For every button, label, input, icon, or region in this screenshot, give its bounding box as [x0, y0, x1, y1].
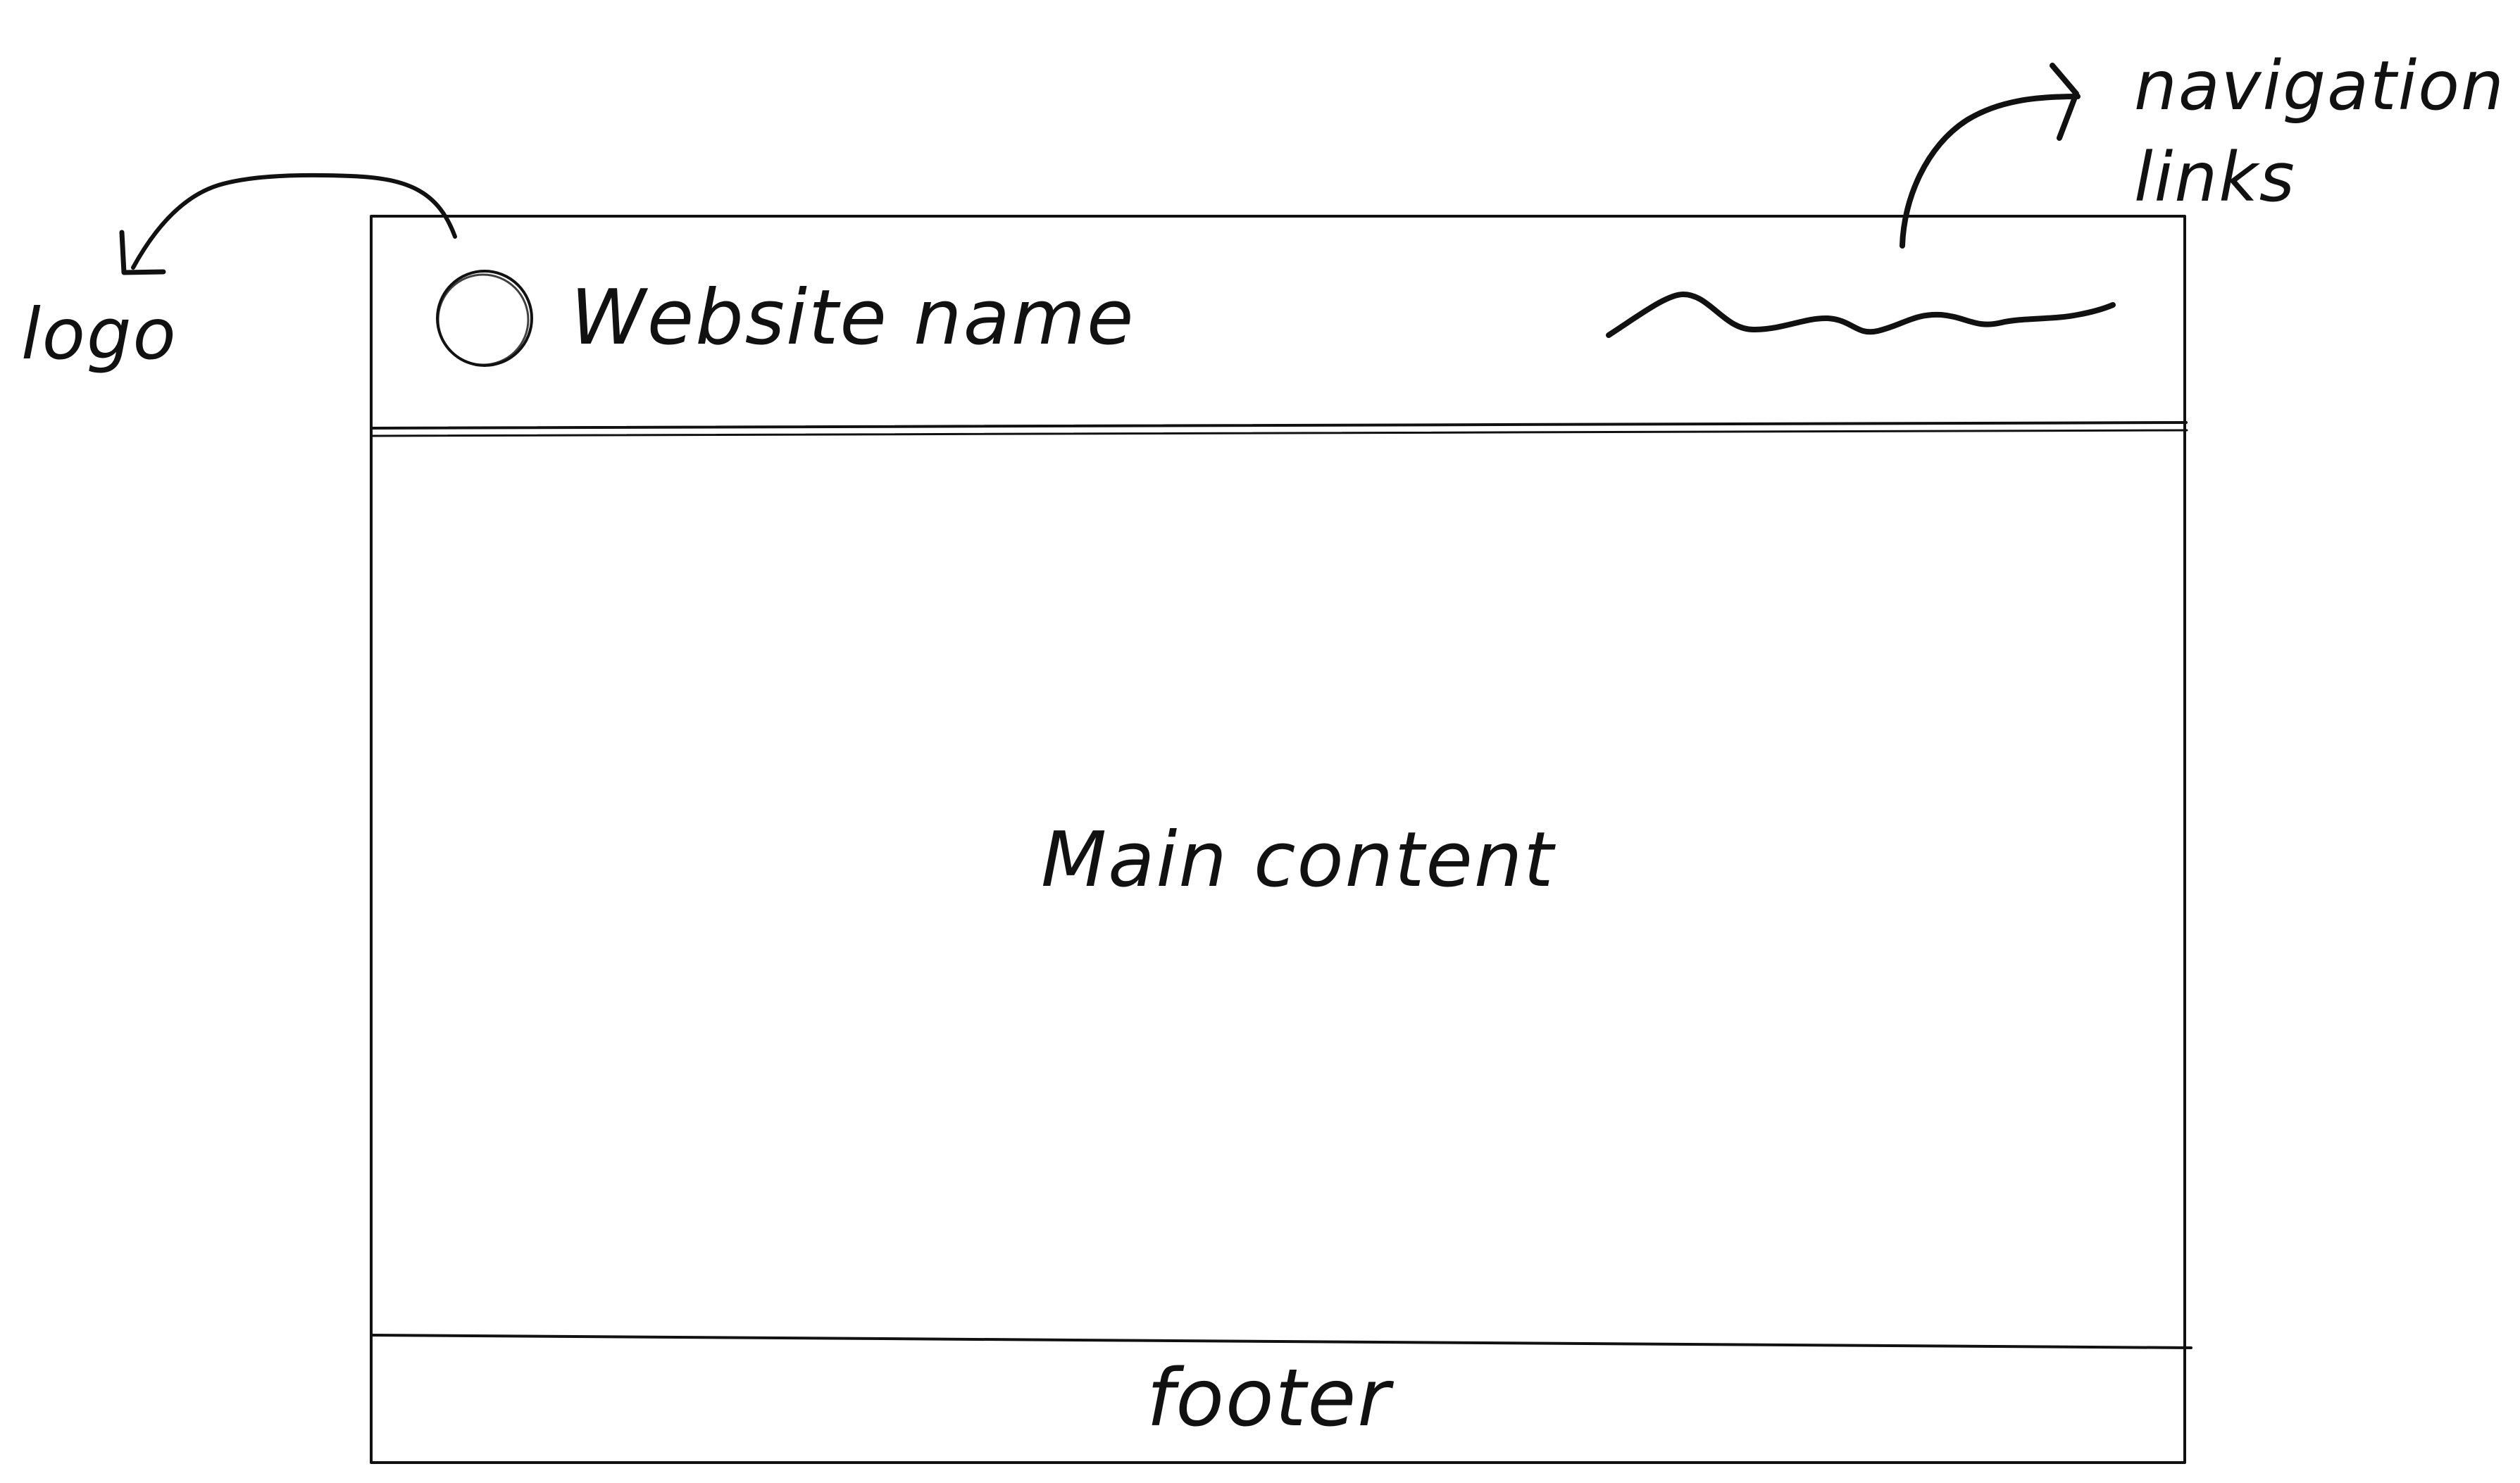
- website-name: Website name: [570, 274, 1135, 362]
- navigation-arrowhead-icon: [2050, 63, 2079, 141]
- navigation-annotation-arrow-icon: [1900, 94, 2081, 249]
- navigation-annotation-line-2: links: [2134, 137, 2296, 217]
- footer-label: footer: [1147, 1353, 1392, 1444]
- main-content-label: Main content: [1041, 816, 1555, 904]
- logo-annotation-arrow-icon: [131, 173, 457, 270]
- logo-arrowhead-icon: [119, 230, 166, 275]
- logo-annotation: logo: [21, 293, 177, 375]
- logo-circle-overlap: [437, 273, 530, 366]
- navigation-scribble-icon: [1606, 292, 2116, 338]
- header-divider-bottom: [370, 429, 2188, 437]
- navigation-annotation-line-1: navigation: [2134, 46, 2505, 125]
- logo-circle-icon: [436, 270, 533, 367]
- footer-divider: [370, 1334, 2192, 1349]
- navigation-links-annotation: navigation links: [2134, 41, 2505, 223]
- header-divider-top: [370, 421, 2188, 430]
